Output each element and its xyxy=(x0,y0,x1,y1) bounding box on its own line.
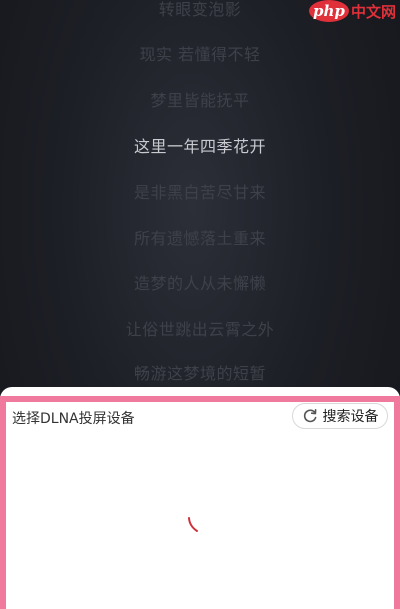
lyric-line[interactable]: 造梦的人从未懈懒 xyxy=(0,270,400,294)
site-watermark: php 中文网 xyxy=(308,0,396,22)
lyric-line[interactable]: 现实 若懂得不轻 xyxy=(0,41,400,65)
player-screen: 转眼变泡影 现实 若懂得不轻 梦里皆能抚平 这里一年四季花开 是非黑白苦尽甘来 … xyxy=(0,0,400,609)
lyric-line[interactable]: 是非黑白苦尽甘来 xyxy=(0,179,400,203)
watermark-logo: php xyxy=(308,0,349,22)
search-devices-label: 搜索设备 xyxy=(322,409,379,425)
search-devices-button[interactable]: 搜索设备 xyxy=(292,403,388,429)
lyric-line[interactable]: 畅游这梦境的短暂 xyxy=(0,360,400,384)
sheet-title: 选择DLNA投屏设备 xyxy=(12,411,135,427)
watermark-text: 中文网 xyxy=(350,2,396,21)
lyric-line[interactable]: 让俗世跳出云霄之外 xyxy=(0,316,400,340)
refresh-icon xyxy=(302,408,318,424)
loading-spinner-icon xyxy=(186,516,200,534)
lyrics-panel[interactable]: 转眼变泡影 现实 若懂得不轻 梦里皆能抚平 这里一年四季花开 是非黑白苦尽甘来 … xyxy=(0,0,400,400)
lyric-line[interactable]: 梦里皆能抚平 xyxy=(0,87,400,111)
lyric-line[interactable]: 所有遗憾落土重来 xyxy=(0,225,400,249)
lyric-line-current[interactable]: 这里一年四季花开 xyxy=(0,133,400,157)
